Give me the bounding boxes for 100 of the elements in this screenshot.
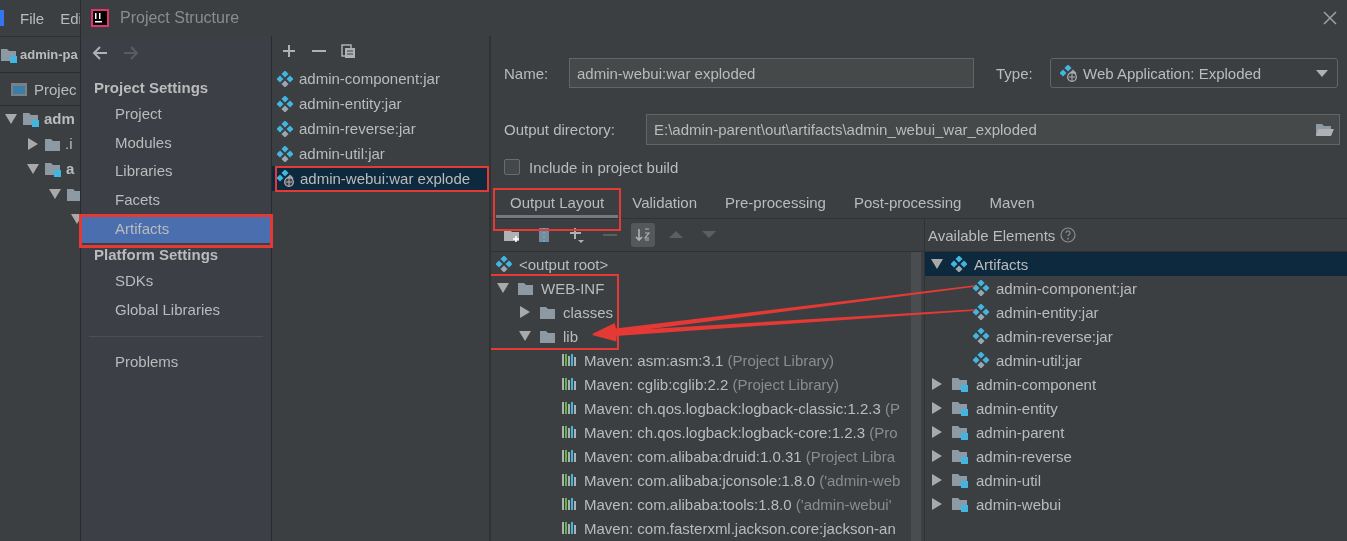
sidebar-item[interactable]: Project xyxy=(81,100,271,129)
triangle-right-icon[interactable] xyxy=(26,136,40,151)
help-icon[interactable] xyxy=(1060,227,1077,243)
artifact-item[interactable]: admin-entity:jar xyxy=(299,95,402,112)
archive-icon xyxy=(536,227,552,243)
folder-icon xyxy=(539,304,556,320)
project-name: admin-pa xyxy=(20,47,78,62)
diamonds-icon xyxy=(973,352,989,368)
diamonds-icon xyxy=(973,280,989,296)
triangle-right-icon[interactable] xyxy=(930,473,944,487)
folder-icon xyxy=(539,328,556,344)
triangle-down-icon[interactable] xyxy=(930,257,944,271)
tab[interactable]: Validation xyxy=(618,190,711,218)
sort-icon xyxy=(635,227,651,243)
tree-item[interactable]: classes xyxy=(563,303,614,321)
folder-icon xyxy=(517,280,534,296)
bars-icon xyxy=(561,496,577,512)
artifact-item[interactable]: admin-component:jar xyxy=(299,70,440,87)
bars-icon xyxy=(561,352,577,368)
field-label: Name: xyxy=(504,64,550,82)
tree-item[interactable]: .i xyxy=(65,135,73,152)
triangle-down-icon[interactable] xyxy=(48,186,62,201)
tree-item[interactable]: admin-reverse xyxy=(976,447,1072,465)
triangle-right-icon[interactable] xyxy=(930,401,944,415)
sidebar-item[interactable]: SDKs xyxy=(81,267,271,297)
triangle-down-icon[interactable] xyxy=(4,111,18,126)
module-folder-icon xyxy=(951,447,969,465)
triangle-right-icon[interactable] xyxy=(930,377,944,391)
add-icon[interactable] xyxy=(282,43,297,59)
scrollbar[interactable] xyxy=(911,252,921,541)
tree-item[interactable]: Maven: com.alibaba:jconsole:1.8.0 ('admin-web xyxy=(584,471,901,489)
triangle-down-icon[interactable] xyxy=(496,281,510,295)
window-icon xyxy=(10,80,28,98)
menu-item[interactable]: File xyxy=(20,9,45,27)
artifact-item[interactable]: admin-reverse:jar xyxy=(299,120,416,137)
tree-item[interactable]: admin-util xyxy=(976,471,1042,489)
triangle-right-icon[interactable] xyxy=(930,449,944,463)
tree-item[interactable]: Maven: com.alibaba:druid:1.0.31 (Project Libra xyxy=(584,447,895,465)
tree-item[interactable]: Maven: asm:asm:3.1 (Project Library) xyxy=(584,351,835,369)
sidebar-item[interactable]: Global Libraries xyxy=(81,296,271,325)
sidebar-item[interactable]: Libraries xyxy=(81,157,271,187)
sidebar-item[interactable]: Problems xyxy=(81,347,271,377)
diamonds-icon xyxy=(973,304,989,320)
type-dropdown[interactable]: Web Application: Exploded xyxy=(1050,58,1338,88)
bars-icon xyxy=(561,520,577,536)
sidebar-item[interactable]: Modules xyxy=(81,128,271,158)
sort-button[interactable] xyxy=(631,223,655,247)
output-directory-field[interactable]: E:\admin-parent\out\artifacts\admin_webui_war_exploded xyxy=(646,114,1340,145)
back-arrow-icon[interactable] xyxy=(92,45,109,61)
triangle-down-icon[interactable] xyxy=(518,329,532,343)
tree-item[interactable]: adm xyxy=(44,110,75,127)
checkbox[interactable] xyxy=(504,159,520,175)
tree-item[interactable]: admin-parent xyxy=(976,423,1065,441)
folder-icon[interactable] xyxy=(1315,121,1335,138)
triangle-down-icon[interactable] xyxy=(70,211,80,226)
tree-item[interactable]: admin-component xyxy=(976,375,1097,393)
tree-item[interactable]: admin-entity:jar xyxy=(996,303,1099,321)
artifact-item[interactable]: admin-util:jar xyxy=(299,145,385,162)
diamonds-icon xyxy=(277,70,293,87)
diamonds-icon xyxy=(277,145,293,162)
triangle-right-icon[interactable] xyxy=(930,497,944,511)
tree-item[interactable]: admin-reverse:jar xyxy=(996,327,1113,345)
tree-item[interactable]: Maven: ch.qos.logback:logback-core:1.2.3 (Pro xyxy=(584,423,898,441)
tree-item[interactable]: lib xyxy=(563,327,578,345)
triangle-right-icon[interactable] xyxy=(930,425,944,439)
tab[interactable]: Output Layout xyxy=(496,190,619,218)
diamonds-icon xyxy=(277,95,293,112)
dialog-title: Project Structure xyxy=(120,9,241,27)
section-heading: Platform Settings xyxy=(93,245,220,266)
diamonds-icon xyxy=(973,328,989,344)
tree-item[interactable]: Artifacts xyxy=(974,255,1029,273)
diamonds-globe-icon xyxy=(277,170,294,187)
checkbox-label: Include in project build xyxy=(529,158,679,176)
tree-item[interactable]: admin-component:jar xyxy=(996,279,1137,297)
app-icon xyxy=(0,10,4,26)
triangle-down-icon[interactable] xyxy=(26,161,40,176)
module-folder-icon xyxy=(951,399,969,417)
tab[interactable]: Pre-processing xyxy=(711,190,840,218)
field-label: Output directory: xyxy=(504,121,616,138)
tree-item[interactable]: Maven: com.alibaba:tools:1.8.0 ('admin-webui' xyxy=(584,495,892,513)
tree-item[interactable]: a xyxy=(66,160,75,177)
tree-item[interactable]: admin-webui xyxy=(976,495,1062,513)
tree-item[interactable]: <output root> xyxy=(519,255,609,273)
tree-item[interactable]: Maven: cglib:cglib:2.2 (Project Library) xyxy=(584,375,840,393)
copy-icon[interactable] xyxy=(341,43,356,59)
bars-icon xyxy=(561,376,577,392)
tree-item[interactable]: WEB-INF xyxy=(541,279,605,297)
module-folder-icon xyxy=(951,495,969,513)
tree-item[interactable]: admin-entity xyxy=(976,399,1058,417)
tree-item[interactable]: admin-util:jar xyxy=(996,351,1082,369)
name-field[interactable]: admin-webui:war exploded xyxy=(569,58,974,88)
bars-icon xyxy=(561,400,577,416)
menu-item[interactable]: Edi xyxy=(60,9,80,27)
tree-item[interactable]: Maven: com.fasterxml.jackson.core:jackson-an xyxy=(584,519,896,537)
tree-item[interactable]: Maven: ch.qos.logback:logback-classic:1.2.3 (P xyxy=(584,399,900,417)
sidebar-item[interactable]: Facets xyxy=(81,186,271,215)
tab[interactable]: Maven xyxy=(975,190,1049,218)
tab[interactable]: Post-processing xyxy=(839,190,976,218)
close-icon[interactable] xyxy=(1323,11,1337,25)
triangle-right-icon[interactable] xyxy=(518,305,532,319)
